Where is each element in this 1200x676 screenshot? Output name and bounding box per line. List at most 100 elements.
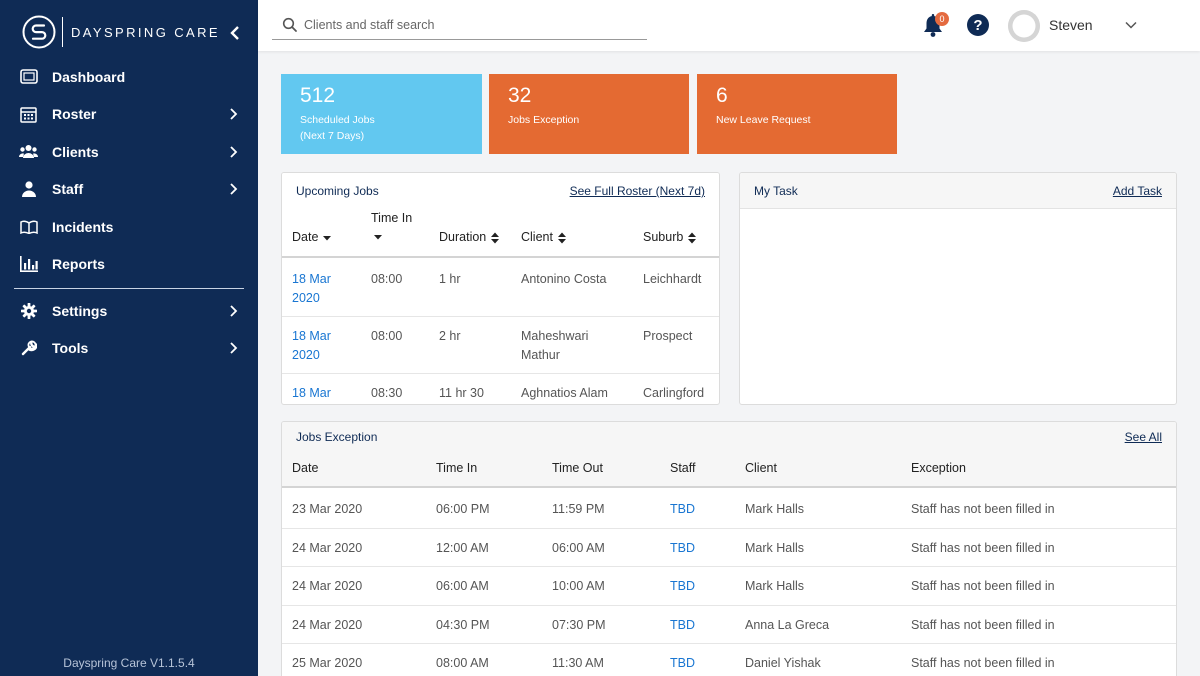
card-header: Jobs Exception See All [282, 422, 1176, 452]
chevron-left-icon [230, 26, 239, 40]
table-row[interactable]: 18 Mar 2020 08:00 2 hr Maheshwari Mathur P… [282, 317, 719, 374]
exception-date: 25 Mar 2020 [292, 656, 363, 670]
sidebar-item-settings[interactable]: Settings [0, 292, 258, 330]
tile-sublabel: (Next 7 Days) [300, 130, 365, 142]
job-suburb: Carlingford [643, 386, 705, 400]
book-icon [19, 217, 38, 236]
exception-time-in: 06:00 AM [436, 579, 489, 593]
brand-logo[interactable]: DAYSPRING CARE [22, 15, 220, 49]
job-date[interactable]: 18 Mar 2020 [292, 327, 331, 365]
table-row[interactable]: 18 Mar 08:30 11 hr 30 Aghnatios Alam Car… [282, 374, 719, 404]
chevron-down-icon[interactable] [1125, 19, 1137, 31]
column-header-duration[interactable]: Duration [439, 230, 500, 244]
job-time-in: 08:30 [371, 386, 403, 400]
add-task-link[interactable]: Add Task [1113, 184, 1162, 198]
sidebar-item-label: Tools [52, 340, 89, 357]
column-label: Time In [371, 211, 413, 225]
tile-number: 6 [716, 84, 728, 107]
sidebar-item-label: Clients [52, 143, 99, 160]
column-header-exception: Exception [911, 461, 966, 475]
see-full-roster-link[interactable]: See Full Roster (Next 7d) [570, 184, 705, 198]
sidebar-item-tools[interactable]: Tools [0, 330, 258, 368]
help-button[interactable]: ? [967, 14, 989, 36]
column-label: Duration [439, 230, 487, 244]
job-date[interactable]: 18 Mar [292, 384, 331, 403]
card-title: Upcoming Jobs [296, 184, 379, 198]
table-header: Date Time In Time Out Staff Client Excep… [282, 452, 1176, 488]
job-duration: 11 hr 30 [439, 386, 484, 400]
collapse-sidebar-button[interactable] [224, 22, 246, 44]
sidebar-item-roster[interactable]: Roster [0, 96, 258, 134]
exception-reason: Staff has not been filled in [911, 502, 1055, 516]
exception-staff-link[interactable]: TBD [670, 579, 695, 593]
exception-staff-link[interactable]: TBD [670, 541, 695, 555]
sort-icon [557, 232, 566, 244]
sidebar-item-label: Roster [52, 106, 97, 123]
exception-date: 23 Mar 2020 [292, 502, 363, 516]
exception-staff-link[interactable]: TBD [670, 618, 695, 632]
my-task-card: My Task Add Task [739, 172, 1177, 405]
exception-reason: Staff has not been filled in [911, 540, 1055, 555]
sidebar-item-reports[interactable]: Reports [0, 246, 258, 284]
job-date[interactable]: 18 Mar 2020 [292, 270, 331, 308]
card-title: Jobs Exception [296, 430, 378, 444]
tile-number: 32 [508, 84, 532, 107]
exception-reason: Staff has not been filled in [911, 656, 1055, 670]
tile-label: New Leave Request [716, 114, 811, 126]
top-bar: 0 ? Steven [258, 0, 1200, 51]
sidebar-item-clients[interactable]: Clients [0, 133, 258, 171]
bar-chart-icon [19, 255, 38, 274]
logo-mark-icon [22, 15, 56, 49]
column-header-date: Date [292, 461, 319, 475]
sidebar-item-incidents[interactable]: Incidents [0, 208, 258, 246]
job-suburb: Prospect [643, 329, 693, 343]
table-row[interactable]: 24 Mar 2020 12:00 AM 06:00 AM TBD Mark H… [282, 529, 1176, 567]
card-title: My Task [754, 183, 798, 198]
tile-number: 512 [300, 84, 336, 107]
table-row[interactable]: 23 Mar 2020 06:00 PM 11:59 PM TBD Mark H… [282, 490, 1176, 529]
exception-time-out: 11:59 PM [552, 502, 605, 516]
job-duration: 2 hr [439, 329, 461, 343]
exception-client: Mark Halls [745, 540, 805, 555]
table-header: Date Time In Duration Client Suburb [282, 209, 719, 258]
sidebar-item-label: Settings [52, 302, 108, 319]
sidebar-item-dashboard[interactable]: Dashboard [0, 58, 258, 96]
column-label: Date [292, 230, 319, 244]
column-header-time-in[interactable]: Time In [371, 211, 412, 243]
column-header-client[interactable]: Client [521, 230, 566, 244]
chevron-right-icon [230, 183, 238, 195]
job-client: Maheshwari Mathur [521, 329, 589, 362]
exception-time-out: 07:30 PM [552, 617, 606, 632]
sidebar-divider [14, 288, 244, 289]
exception-staff-link[interactable]: TBD [670, 656, 695, 670]
chevron-right-icon [230, 342, 238, 354]
user-name[interactable]: Steven [1049, 17, 1093, 33]
see-all-link[interactable]: See All [1125, 430, 1162, 444]
table-row[interactable]: 18 Mar 2020 08:00 1 hr Antonino Costa Lei… [282, 260, 719, 317]
tile-new-leave-request[interactable]: 6 New Leave Request [697, 74, 897, 154]
column-header-date[interactable]: Date [292, 230, 332, 244]
sidebar-item-staff[interactable]: Staff [0, 171, 258, 209]
dashboard-icon [19, 67, 38, 86]
search-input[interactable] [304, 17, 634, 32]
job-time-in: 08:00 [371, 272, 403, 286]
table-row[interactable]: 24 Mar 2020 06:00 AM 10:00 AM TBD Mark H… [282, 567, 1176, 606]
search-icon [282, 17, 297, 32]
wrench-icon [19, 339, 38, 358]
exception-staff-link[interactable]: TBD [670, 502, 695, 516]
tile-label: Scheduled Jobs [300, 114, 375, 126]
table-row[interactable]: 24 Mar 2020 04:30 PM 07:30 PM TBD Anna L… [282, 606, 1176, 644]
avatar[interactable] [1008, 10, 1040, 42]
exception-date: 24 Mar 2020 [292, 540, 363, 555]
card-header: Upcoming Jobs See Full Roster (Next 7d) [282, 173, 719, 209]
table-row[interactable]: 25 Mar 2020 08:00 AM 11:30 AM TBD Daniel… [282, 644, 1176, 676]
app-version: Dayspring Care V1.1.5.4 [63, 656, 195, 670]
tile-jobs-exception[interactable]: 32 Jobs Exception [489, 74, 689, 154]
column-label: Client [521, 230, 553, 244]
exception-time-in: 12:00 AM [436, 540, 489, 555]
sidebar-item-label: Staff [52, 181, 84, 198]
column-header-suburb[interactable]: Suburb [643, 230, 697, 244]
tile-scheduled-jobs[interactable]: 512 Scheduled Jobs (Next 7 Days) [281, 74, 482, 154]
sidebar-nav: Dashboard Roster Clients Staff Incidents… [0, 58, 258, 367]
search-bar [272, 10, 647, 40]
